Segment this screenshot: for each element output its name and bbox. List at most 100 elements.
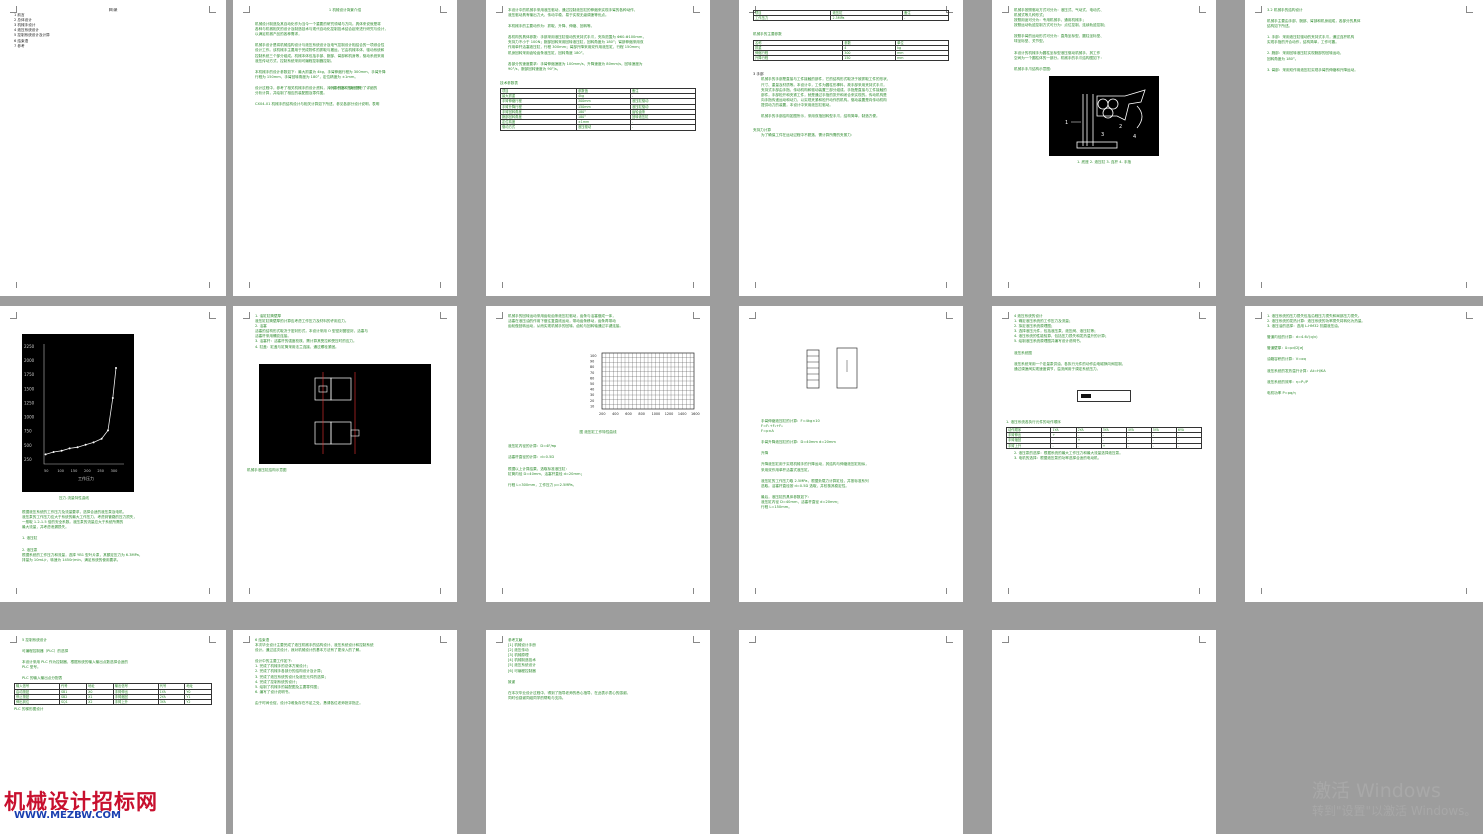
io-table: 输入信号 代号 地址 输出信号 代号 地址 启动按钮 SB1 X0 手臂伸出 1YA Y0 停止按钮 SB… [14,683,212,706]
page-14[interactable]: 6 结束语 本次毕业设计主要完成了液压机械手的结构设计、液压系统设计和控制系统 设计… [233,630,457,834]
table-cell: 3YA [157,699,186,706]
page-2[interactable]: 1 机械设计背景介绍 机械设计制造及其自动化作为当今一个重要的研究领域与方向。具… [233,0,457,296]
gripper-figure: 1 2 3 4 [1049,75,1159,156]
page-10[interactable]: 手臂伸缩液压缸的计算：F=4kg×10 F=F₁+F₂+F₃ F=p×A 手臂升降液压… [739,306,963,602]
chart-point [111,397,114,399]
table-cell: - [1075,442,1102,449]
table-cell: X2 [86,699,114,706]
table-cell: 驱动方式 [500,124,577,131]
x-tick-label: 100 [57,469,64,473]
page-12[interactable]: 1. 液压系统的压力损失包括沿程压力损失和局部压力损失。 2. 液压系统的发热计算… [1245,306,1483,602]
paragraph-line: 3. 臂部：采用双作用液压缸实现手臂的伸缩和升降运动。 [1267,67,1358,72]
table-title: 技术参数表 [500,80,518,85]
y-tick-label: 750 [24,429,32,434]
page-8[interactable]: 1. 油缸缸筒壁厚 液压缸缸筒壁厚的计算应考虑工作压力及材料的许用应力。 2. 活塞… [233,306,457,602]
chart-point [84,443,87,446]
table-cell: + [1100,442,1127,449]
paragraph: 1. 液压系统的压力损失包括沿程压力损失和局部压力损失。 2. 液压系统的发热计算… [1259,314,1469,396]
page-15[interactable]: 参考文献 [1] 机械设计手册 [2] 液压传动 [3] 机械原理 [4] 机械制造技术… [486,630,710,834]
table-cell: 手臂上升 [1005,442,1052,449]
paragraph: 机械设计制造及其自动化作为当今一个重要的研究领域与方向。具体来说就是将 各种与机械… [247,22,443,107]
y-tick-label: 60 [590,377,594,381]
page-3[interactable]: 本设计中的机械手采用液压驱动，通过控制液压缸的伸缩来实现手臂的各种动作， 液压驱动… [486,0,710,296]
page-9[interactable]: 机械手的回转运动采用齿轮齿条液压缸驱动，齿条与活塞做成一体， 活塞在液压油的作用下… [486,306,710,602]
y-tick-label: 100 [590,354,596,358]
watermark-url: WWW.MEZBW.COM [14,810,121,821]
hydraulic-symbol [1077,389,1131,402]
x-tick-label: 250 [97,469,104,473]
paragraph: 机械手的手部是直接与工件接触的部件，它的结构形式取决于被抓取工件的形状、 尺寸、重… [753,77,949,119]
table-cell: 手臂上升 [112,699,159,706]
table-cell: 升降行程 [752,55,844,62]
paragraph-line: 通过调速阀实现速度调节，溢流阀用于调定系统压力。 [1014,366,1101,371]
cylinder-sketch [793,340,893,410]
y-tick-label: 1250 [24,400,35,405]
paragraph: 根据液压系统的工作压力及流量要求，选择合适的液压泵及电机。 液压泵的工作压力应大于… [14,510,212,563]
data-table: 名称 参数 单位 抓重 4 kg 伸缩行程 300 mm 升降行程 150 mm [752,39,949,62]
x-tick-label: 150 [71,469,78,473]
y-tick-label: 1750 [24,372,35,377]
activation-subtitle: 转到"设置"以激活 Windows。 [1312,804,1477,818]
section-heading: 机械手的主要参数 [753,32,782,37]
toc-item[interactable]: 7 参考 [14,44,212,49]
page-11[interactable]: 4 液压系统的设计 1. 确定液压系统的工作压力及流量； 2. 拟定液压系统原理图；… [992,306,1216,602]
table-cell: SQ1 [58,699,88,706]
page-1[interactable]: 目录 1 前言 2 总体设计 3 机械手设计 4 液压系统设计 5 控制系统设计及计算 6… [0,0,226,296]
paragraph-line: PLC 的梯形图设计 [14,707,44,712]
table-cell: - [1125,442,1152,449]
fig-label: 2 [1119,124,1122,130]
y-tick-label: 250 [24,457,32,462]
page-17[interactable] [992,630,1216,834]
table-row: 升降行程 150 mm [752,55,949,62]
chart-point [100,437,103,440]
data-table: 项目 液压缸 备注 工作压力 2.5MPa - [752,9,949,22]
page-16[interactable] [739,630,963,834]
chart-point [92,441,95,444]
table-cell: 150 [842,55,897,62]
chart-point [68,447,71,450]
paragraph: 机械手的回转运动采用齿轮齿条液压缸驱动，齿条与活塞做成一体， 活塞在液压油的作用下… [500,314,696,329]
table-cell: 工作压力 [752,15,832,22]
paragraph-line: 4. 缸盖：缸盖与缸筒采用法兰连接，通过螺栓紧固。 [255,344,339,349]
table-cell: - [902,15,949,22]
fig-label: 3 [1101,132,1104,138]
paragraph-line: PLC 的输入输出点分配表 [22,676,63,681]
y-tick-label: 1500 [24,386,35,391]
paragraph: 5 控制系统设计 可编程控制器（PLC）的选择 本设计采用 PLC 作为控制器，根据… [14,638,212,681]
characteristic-graph: 100 90 80 70 60 50 40 30 20 10 200 400 600 800 1000 120… [590,351,700,421]
paragraph: 1. 油缸缸筒壁厚 液压缸缸筒壁厚的计算应考虑工作压力及材料的许用应力。 2. 活塞… [247,314,443,350]
page-5[interactable]: 机械手按照驱动方式可分为：液压式、气动式、电动式、 机械式等几种形式； 按照用途可分… [992,0,1216,296]
table-title: 1. 液压系统各执行元件的动作顺序 [1006,419,1061,424]
paragraph-line: 3. 电机的选择：根据液压泵的功率选择合适的电动机。 [1014,455,1102,460]
pressure-chart: 2250 2000 1750 1500 1250 1000 750 500 250 50 100 15… [22,334,134,492]
parameter-table: 项目 参数值 备注 最大抓重 4kg - 手臂伸缩行程 300mm 液压缸驱动 手臂升降行程 150… [500,87,697,131]
table-cell: - [1050,442,1077,449]
x-tick-label: 300 [111,469,118,473]
table-cell: - [1150,442,1177,449]
y-tick-label: 500 [24,443,32,448]
paragraph-line: 行程 L=150mm。 [761,505,792,510]
page-7[interactable]: 2250 2000 1750 1500 1250 1000 750 500 250 50 100 15… [0,306,226,602]
paragraph: 本设计中的机械手采用液压驱动，通过控制液压缸的伸缩来实现手臂的各种动作， 液压驱动… [500,8,696,72]
table-row: 驱动方式 液压驱动 - [500,124,697,131]
fig-label: 4 [1133,134,1136,140]
paragraph: 2. 液压泵的选择：根据系统的最大工作压力和最大流量选择液压泵。 3. 电机的选择… [1006,451,1202,461]
paragraph-line: 机械手手爪结构示意图： [1014,66,1054,71]
paragraph: 手臂伸缩液压缸的计算：F=4kg×10 F=F₁+F₂+F₃ F=p×A 手臂升降液压… [753,419,949,510]
paragraph-line: 由于时间仓促，设计中难免存在不足之处，恳请各位老师批评指正。 [255,700,363,705]
y-tick-label: 20 [590,399,594,403]
y-tick-label: 2250 [24,344,35,349]
page-6[interactable]: 3.2 机械手的结构设计 机械手主要由手部、腕部、臂部和机身组成，各部分的具体 结构… [1245,0,1483,296]
table-cell: - [1175,442,1203,449]
figure-caption: 机械手液压缸结构示意图 [247,467,287,472]
page-4[interactable]: 项目 液压缸 备注 工作压力 2.5MPa - 机械手的主要参数 名称 参数 单位 抓重 4 kg 伸… [739,0,963,296]
x-tick-label: 1400 [678,412,687,416]
chart-point [44,453,47,456]
paragraph: 液压缸内径的计算：D=4F/πp 活塞杆直径的计算：d=0.5D 根据以上计算结果，… [500,444,696,487]
x-tick-label: 50 [44,469,48,473]
chart-point [60,449,63,452]
paragraph: 3.2 机械手的结构设计 机械手主要由手部、腕部、臂部和机身组成，各部分的具体 结构… [1259,8,1469,73]
table-cell: mm [895,55,949,62]
x-tick-label: 400 [612,412,618,416]
paragraph: 4 液压系统的设计 1. 确定液压系统的工作压力及流量； 2. 拟定液压系统原理图；… [1006,314,1202,372]
